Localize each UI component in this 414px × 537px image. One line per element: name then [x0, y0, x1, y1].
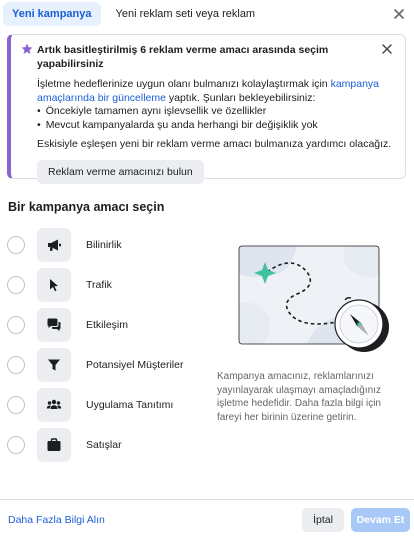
notice-body-text: İşletme hedeflerinize uygun olanı bulman…: [37, 78, 331, 90]
find-objective-button[interactable]: Reklam verme amacınızı bulun: [37, 159, 204, 184]
objective-label: Etkileşim: [86, 319, 129, 331]
objective-label: Satışlar: [86, 439, 122, 451]
cursor-icon: [37, 268, 71, 302]
objective-engagement[interactable]: Etkileşim: [7, 308, 128, 342]
megaphone-icon: [37, 228, 71, 262]
objective-awareness[interactable]: Bilinirlik: [7, 228, 122, 262]
objective-app-promotion[interactable]: Uygulama Tanıtımı: [7, 388, 173, 422]
objective-label: Uygulama Tanıtımı: [86, 399, 174, 411]
notice-body: İşletme hedeflerinize uygun olanı bulman…: [37, 78, 393, 132]
tab-new-campaign[interactable]: Yeni kampanya: [3, 2, 101, 26]
radio-button[interactable]: [7, 436, 25, 454]
objective-leads[interactable]: Potansiyel Müşteriler: [7, 348, 183, 382]
notice-bullet: Öncekiyle tamamen aynı işlevsellik ve öz…: [37, 105, 393, 119]
continue-button[interactable]: Devam Et: [351, 508, 410, 532]
learn-more-link[interactable]: Daha Fazla Bilgi Alın: [8, 514, 105, 526]
notice-bullet: Mevcut kampanyalarda şu anda herhangi bi…: [37, 119, 393, 133]
radio-button[interactable]: [7, 316, 25, 334]
radio-button[interactable]: [7, 396, 25, 414]
notice-body-text-end: yaptık. Şunları bekleyebilirsiniz:: [165, 91, 316, 104]
chat-bubbles-icon: [37, 308, 71, 342]
star-icon: [21, 43, 33, 54]
funnel-icon: [37, 348, 71, 382]
radio-button[interactable]: [7, 276, 25, 294]
notice-title: Artık basitleştirilmiş 6 reklam verme am…: [37, 44, 329, 70]
objective-description: Kampanya amacınız, reklamlarınızı yayınl…: [217, 371, 381, 423]
footer-divider: [0, 499, 414, 500]
objective-traffic[interactable]: Trafik: [7, 268, 112, 302]
tab-bar: Yeni kampanya Yeni reklam seti veya rekl…: [0, 0, 414, 28]
briefcase-icon: [37, 428, 71, 462]
objective-label: Potansiyel Müşteriler: [86, 359, 184, 371]
objective-label: Bilinirlik: [86, 239, 122, 251]
objective-label: Trafik: [86, 279, 112, 291]
map-compass-illustration: [238, 245, 389, 352]
tab-new-ad-set-or-ad[interactable]: Yeni reklam seti veya reklam: [107, 2, 265, 26]
notice-close-icon[interactable]: [381, 43, 393, 55]
notice-hint: Eskisiyle eşleşen yeni bir reklam verme …: [37, 138, 392, 150]
close-icon[interactable]: [392, 7, 406, 21]
cancel-button[interactable]: İptal: [302, 508, 344, 532]
section-title: Bir kampanya amacı seçin: [8, 200, 165, 214]
people-icon: [37, 388, 71, 422]
objective-sales[interactable]: Satışlar: [7, 428, 122, 462]
update-notice: Artık basitleştirilmiş 6 reklam verme am…: [7, 34, 406, 184]
radio-button[interactable]: [7, 236, 25, 254]
notice-bullets: Öncekiyle tamamen aynı işlevsellik ve öz…: [37, 105, 393, 132]
radio-button[interactable]: [7, 356, 25, 374]
